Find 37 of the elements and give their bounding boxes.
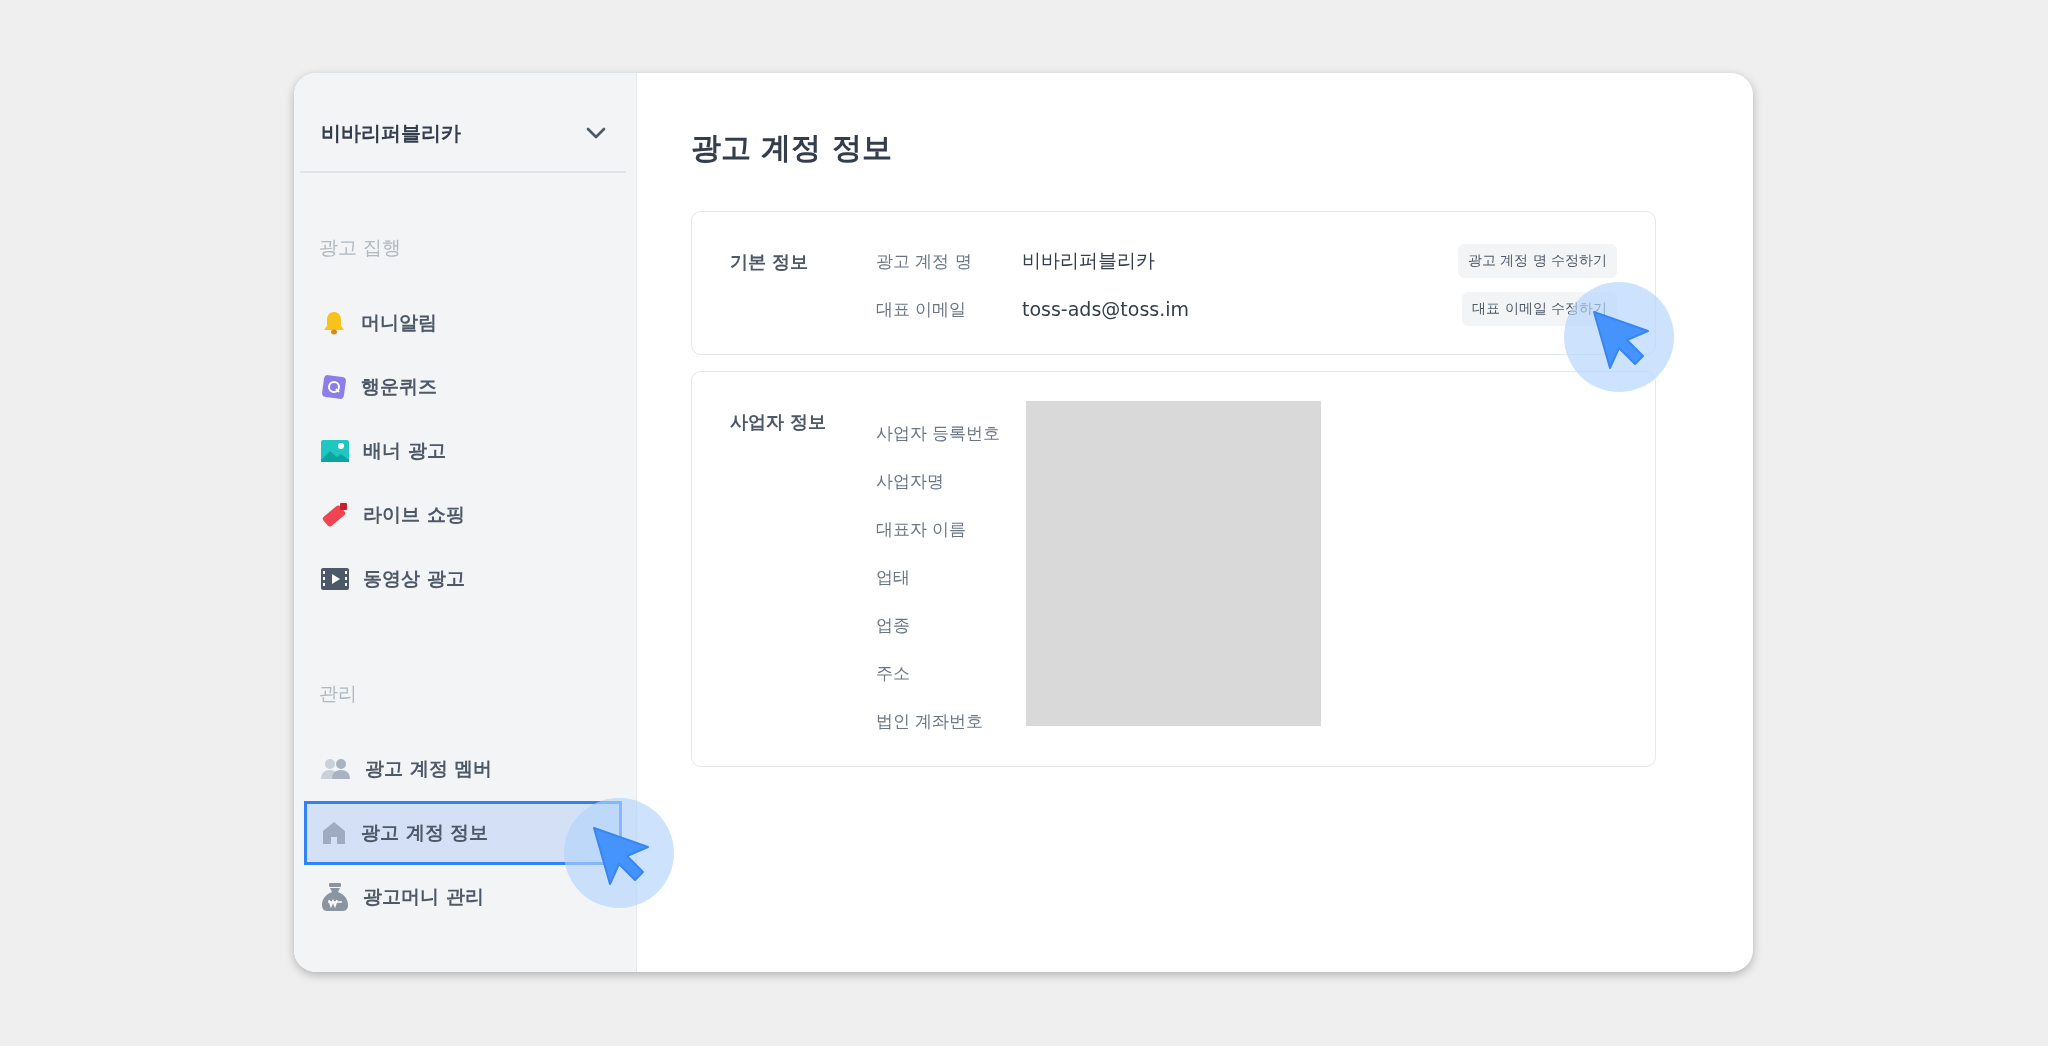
page-title: 광고 계정 정보 xyxy=(691,129,893,167)
field-value: 비바리퍼블리카 xyxy=(1022,248,1155,273)
quiz-icon xyxy=(321,374,347,400)
menu-item[interactable]: 머니알림 xyxy=(304,291,622,355)
field-label: 주소 xyxy=(876,661,911,685)
account-selector[interactable]: 비바리퍼블리카 xyxy=(294,73,636,157)
house-icon xyxy=(321,820,347,846)
bell-icon xyxy=(321,310,347,336)
image-icon xyxy=(321,440,349,462)
field-label: 사업자 등록번호 xyxy=(876,421,1002,445)
section-title: 광고 집행 xyxy=(318,235,403,260)
menu-item[interactable]: 라이브 쇼핑 xyxy=(304,483,622,547)
video-icon xyxy=(321,568,349,590)
field-value: toss-ads@toss.im xyxy=(1022,298,1190,320)
section-title: 관리 xyxy=(318,681,358,706)
field-label: 사업자명 xyxy=(876,469,945,493)
people-icon xyxy=(321,758,351,780)
cursor-icon xyxy=(592,826,650,888)
menu-item[interactable]: 광고머니 관리 xyxy=(304,865,622,929)
field-label: 대표자 이름 xyxy=(876,517,968,541)
live-tag-icon xyxy=(321,501,349,529)
menu-item[interactable]: 광고 계정 정보 xyxy=(304,801,622,865)
field-label: 광고 계정 명 xyxy=(876,249,973,273)
field-label: 업종 xyxy=(876,613,911,637)
menu-item[interactable]: 광고 계정 멤버 xyxy=(304,737,622,801)
edit-button[interactable]: 광고 계정 명 수정하기 xyxy=(1457,244,1617,278)
edit-button[interactable]: 대표 이메일 수정하기 xyxy=(1462,292,1617,326)
card-title: 기본 정보 xyxy=(730,250,810,274)
menu-item[interactable]: 행운퀴즈 xyxy=(304,355,622,419)
money-bag-icon xyxy=(321,882,349,912)
menu-item[interactable]: 동영상 광고 xyxy=(304,547,622,611)
field-label: 업태 xyxy=(876,565,911,589)
menu-item[interactable]: 배너 광고 xyxy=(304,419,622,483)
field-label: 대표 이메일 xyxy=(876,297,968,321)
card-title: 사업자 정보 xyxy=(730,410,828,434)
chevron-down-icon xyxy=(586,127,606,139)
field-label: 법인 계좌번호 xyxy=(876,709,985,733)
